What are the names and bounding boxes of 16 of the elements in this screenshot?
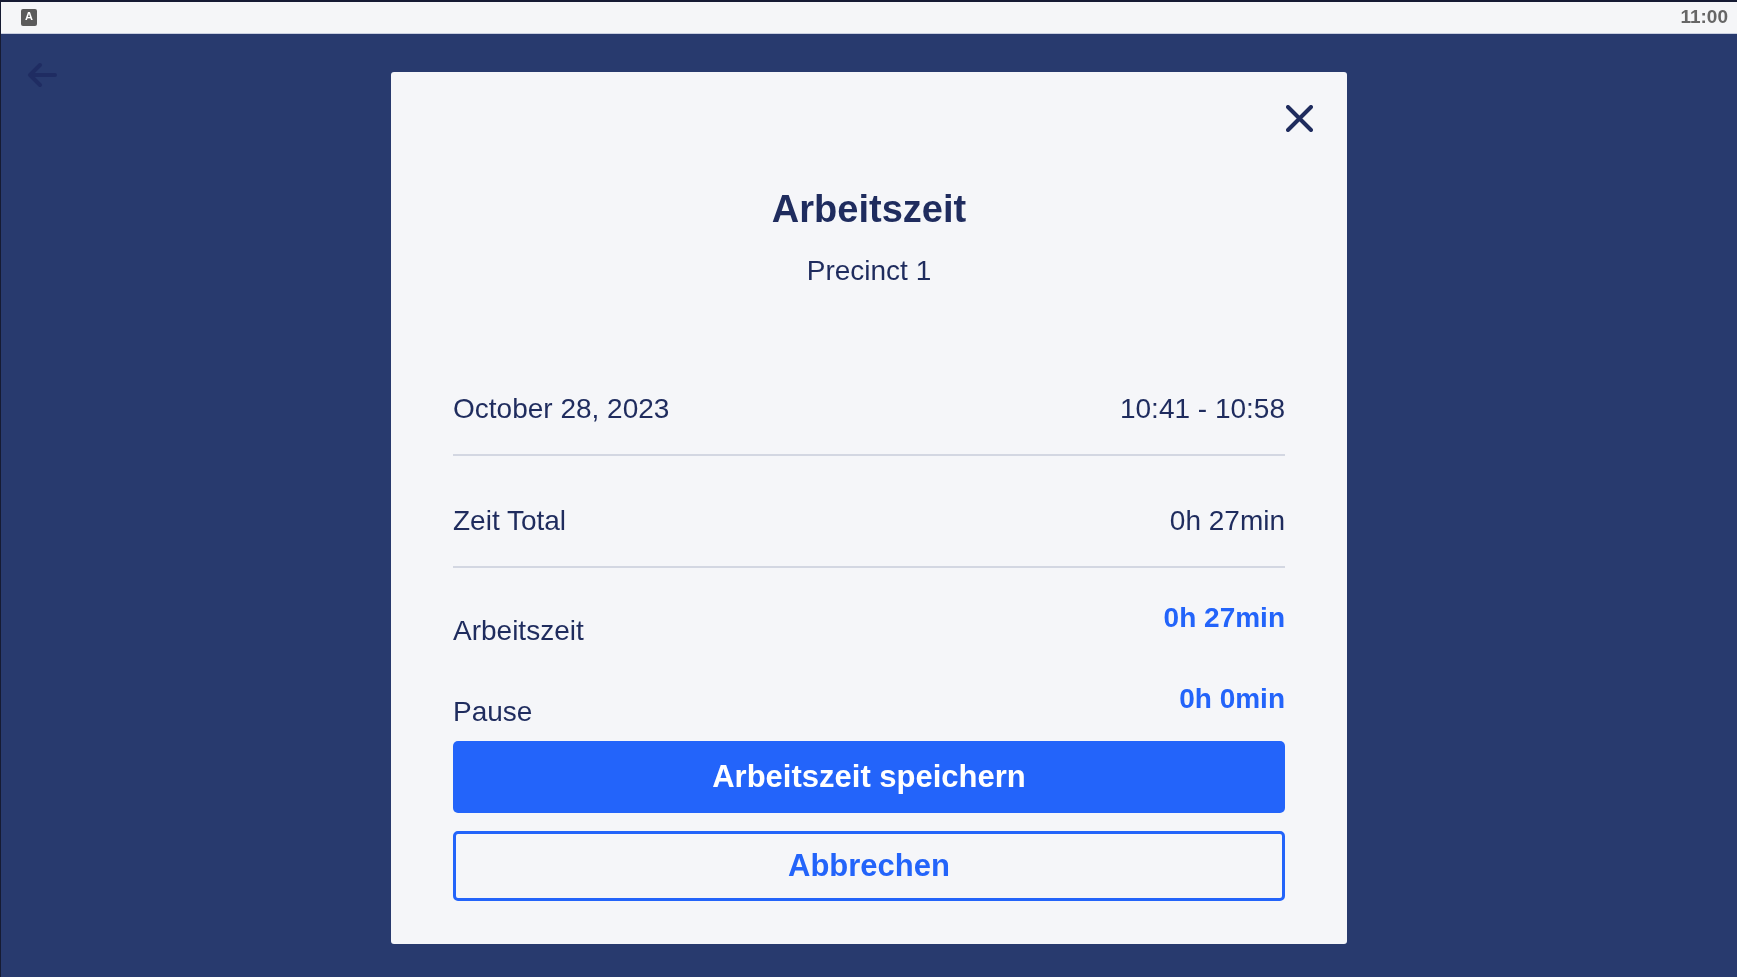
dialog-title: Arbeitszeit — [770, 187, 968, 232]
clock-time: 11:00 — [1680, 5, 1728, 30]
row-label: Arbeitszeit — [453, 614, 584, 648]
cancel-button[interactable]: Abbrechen — [453, 831, 1285, 901]
row-label: October 28, 2023 — [453, 392, 670, 426]
keyboard-indicator: A — [21, 9, 37, 26]
row-label: Zeit Total — [453, 504, 567, 538]
duration-value: 0h 27min — [1163, 601, 1285, 635]
row-value: 0h 27min — [1169, 504, 1285, 538]
close-button[interactable] — [1286, 105, 1313, 132]
duration-value: 0h 0min — [1179, 682, 1285, 716]
row-value: 10:41 - 10:58 — [1119, 392, 1285, 426]
close-icon — [1286, 105, 1313, 132]
dialog-subtitle: Precinct 1 — [805, 254, 933, 288]
row-label: Pause — [453, 695, 533, 729]
save-button[interactable]: Arbeitszeit speichern — [453, 741, 1285, 813]
